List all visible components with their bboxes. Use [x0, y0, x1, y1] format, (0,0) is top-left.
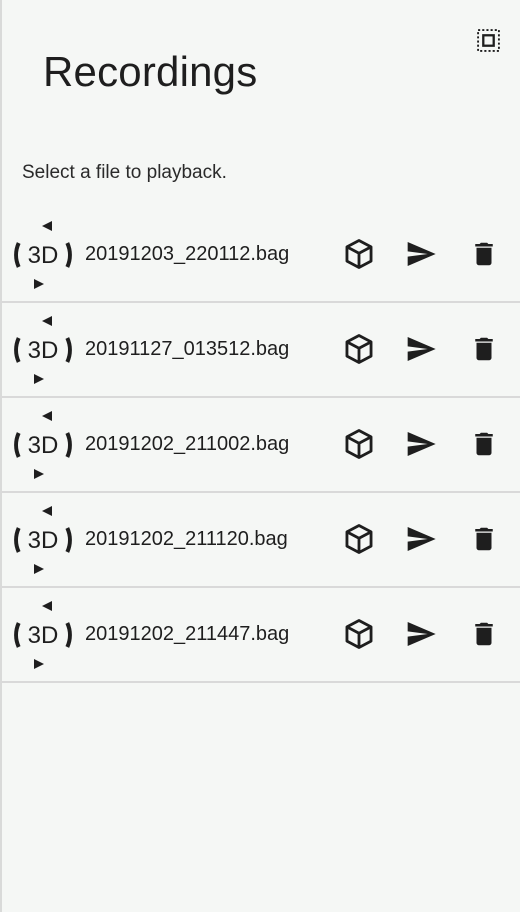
- thumbnail-3d-label: 3D: [28, 622, 59, 649]
- thumbnail-3d-label: 3D: [28, 337, 59, 364]
- send-icon: [407, 432, 436, 456]
- 3d-rotate-icon: 3D: [14, 221, 72, 289]
- file-name: 20191127_013512.bag: [85, 338, 290, 360]
- view-3d-button[interactable]: [340, 520, 378, 558]
- view-3d-button[interactable]: [340, 235, 378, 273]
- delete-button[interactable]: [465, 425, 503, 463]
- cube-icon: [345, 524, 373, 554]
- 3d-rotate-icon: 3D: [14, 506, 72, 574]
- share-button[interactable]: [402, 235, 440, 273]
- recording-row[interactable]: 3D 20191202_211120.bag: [0, 493, 520, 588]
- share-button[interactable]: [402, 425, 440, 463]
- trash-icon: [475, 527, 493, 551]
- thumbnail-3d-label: 3D: [28, 242, 59, 269]
- 3d-rotate-icon: 3D: [14, 411, 72, 479]
- share-button[interactable]: [402, 330, 440, 368]
- send-icon: [407, 337, 436, 361]
- send-icon: [407, 527, 436, 551]
- file-name: 20191202_211447.bag: [85, 623, 290, 645]
- trash-icon: [475, 432, 493, 456]
- thumbnail-3d-label: 3D: [28, 432, 59, 459]
- page-title: Recordings: [43, 48, 258, 95]
- 3d-rotate-icon: 3D: [14, 316, 72, 384]
- view-3d-button[interactable]: [340, 615, 378, 653]
- select-mode-button[interactable]: [475, 27, 502, 54]
- recording-row[interactable]: 3D 20191203_220112.bag: [0, 208, 520, 303]
- 3d-rotate-icon: 3D: [14, 601, 72, 669]
- view-3d-button[interactable]: [340, 425, 378, 463]
- thumbnail-3d-label: 3D: [28, 527, 59, 554]
- select-all-icon: [477, 29, 500, 52]
- file-name: 20191203_220112.bag: [85, 243, 290, 265]
- send-icon: [407, 622, 436, 646]
- delete-button[interactable]: [465, 615, 503, 653]
- file-name: 20191202_211002.bag: [85, 433, 290, 455]
- recording-row[interactable]: 3D 20191127_013512.bag: [0, 303, 520, 398]
- share-button[interactable]: [402, 615, 440, 653]
- recordings-list: 3D 20191203_220112.bag 3D 20191127_01351…: [0, 208, 520, 683]
- trash-icon: [475, 337, 493, 361]
- trash-icon: [475, 242, 493, 266]
- recording-row[interactable]: 3D 20191202_211447.bag: [0, 588, 520, 683]
- share-button[interactable]: [402, 520, 440, 558]
- view-3d-button[interactable]: [340, 330, 378, 368]
- file-name: 20191202_211120.bag: [85, 528, 288, 550]
- recording-row[interactable]: 3D 20191202_211002.bag: [0, 398, 520, 493]
- trash-icon: [475, 622, 493, 646]
- delete-button[interactable]: [465, 330, 503, 368]
- delete-button[interactable]: [465, 235, 503, 273]
- cube-icon: [345, 334, 373, 364]
- cube-icon: [345, 239, 373, 269]
- instruction-text: Select a file to playback.: [22, 162, 227, 183]
- send-icon: [407, 242, 436, 266]
- cube-icon: [345, 429, 373, 459]
- delete-button[interactable]: [465, 520, 503, 558]
- cube-icon: [345, 619, 373, 649]
